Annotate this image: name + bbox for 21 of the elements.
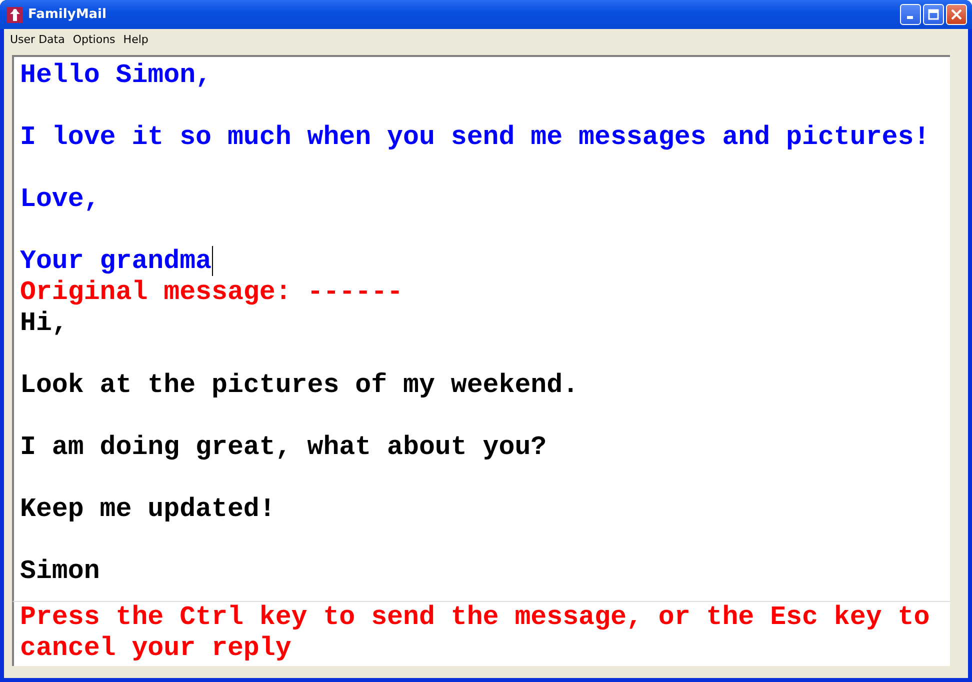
menu-item[interactable]: Help [119,33,152,46]
close-button[interactable] [946,4,967,25]
quoted-line: I am doing great, what about you? [20,432,547,462]
close-icon [951,9,962,20]
reply-line: Your grandma [20,246,213,276]
quoted-line: Keep me updated! [20,494,276,524]
menu-item[interactable]: Options [68,33,120,46]
quoted-line: Hi, [20,308,68,338]
original-message-header: Original message: ------ [20,277,404,307]
quoted-line: Simon [20,556,100,586]
quoted-line: Look at the pictures of my weekend. [20,370,579,400]
app-icon [7,6,23,22]
window-title: FamilyMail [28,7,108,22]
maximize-icon [928,9,939,20]
minimize-button[interactable] [900,4,921,25]
menu-item[interactable]: User Data [6,33,69,46]
instruction-text: Press the Ctrl key to send the message, or the Esc key to cancel your reply [12,601,950,666]
reply-line: Hello Simon, [20,60,213,90]
reply-line: I love it so much when you send me messages and pictures! [20,122,931,152]
maximize-button[interactable] [923,4,944,25]
reply-line: Love, [20,184,101,214]
